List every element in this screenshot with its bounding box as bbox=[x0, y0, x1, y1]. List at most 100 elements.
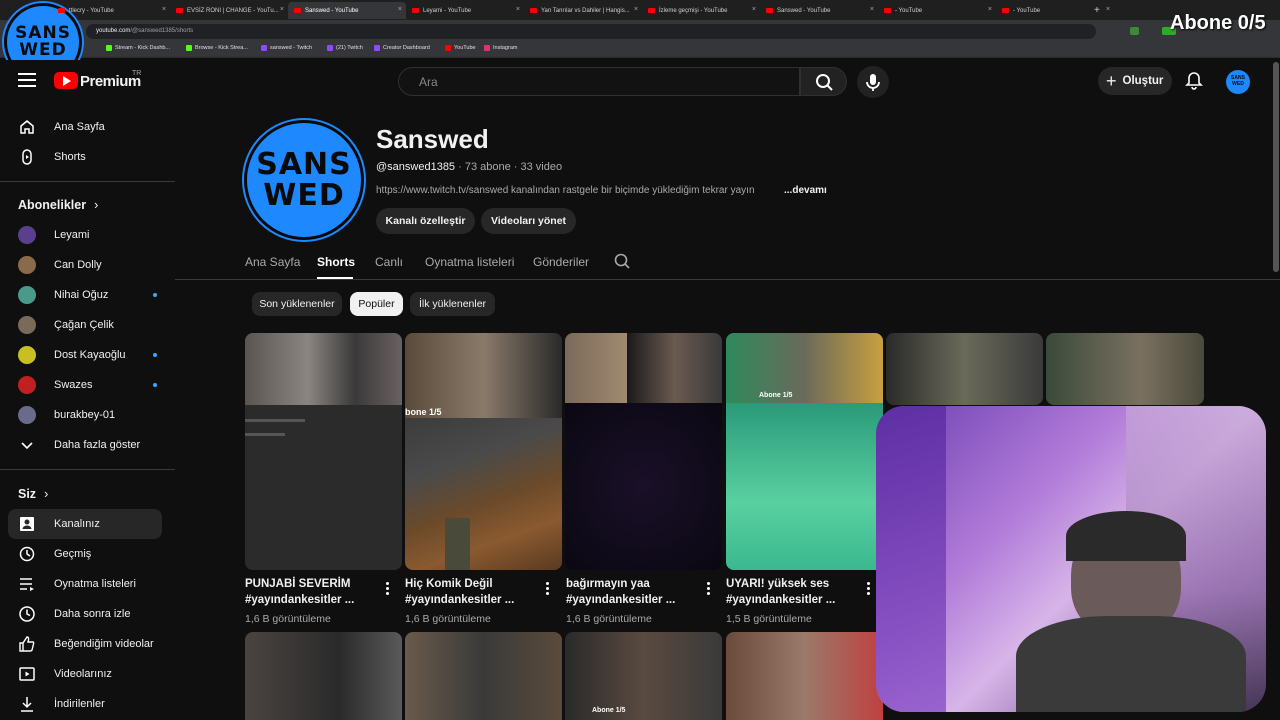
browser-tab[interactable]: - YouTube × bbox=[878, 2, 996, 19]
extension-icon[interactable] bbox=[1130, 27, 1139, 35]
browser-tab[interactable]: Leyami - YouTube × bbox=[406, 2, 524, 19]
close-tab-icon[interactable]: × bbox=[870, 6, 874, 13]
browser-tab[interactable]: Yan Tanrılar vs Dahiler | Hangis... × bbox=[524, 2, 642, 19]
browser-tab[interactable]: ttlecry - YouTube × bbox=[52, 2, 170, 19]
sidebar-subscription[interactable]: Can Dolly bbox=[8, 250, 162, 280]
sidebar-subscription[interactable]: Çağan Çelik bbox=[8, 310, 162, 340]
short-title[interactable]: UYARI! yüksek ses bbox=[726, 576, 861, 592]
microphone-icon bbox=[866, 74, 880, 91]
browser-tab[interactable]: EVSİZ RONI | CHANGE - YouTu... × bbox=[170, 2, 288, 19]
close-tab-icon[interactable]: × bbox=[516, 6, 520, 13]
sidebar-item-your-videos[interactable]: Videolarınız bbox=[8, 659, 162, 689]
sort-chip[interactable]: Popüler bbox=[350, 292, 403, 316]
notifications-bell-icon[interactable] bbox=[1184, 71, 1204, 91]
short-title-hashtag[interactable]: #yayındankesitler ... bbox=[405, 592, 540, 608]
close-tab-icon[interactable]: × bbox=[398, 6, 402, 13]
sidebar-item-history[interactable]: Geçmiş bbox=[8, 539, 162, 569]
short-thumbnail-4[interactable]: Abone 1/5 bbox=[726, 333, 883, 570]
short-thumbnail-6[interactable] bbox=[1046, 333, 1204, 405]
sort-chip[interactable]: İlk yüklenenler bbox=[410, 292, 495, 316]
sidebar-subscription[interactable]: Dost Kayaoğlu bbox=[8, 340, 162, 370]
customize-channel-button[interactable]: Kanalı özelleştir bbox=[376, 208, 475, 234]
close-tab-icon[interactable]: × bbox=[988, 6, 992, 13]
sidebar-item-channel[interactable]: Kanalınız bbox=[8, 509, 162, 539]
voice-search-button[interactable] bbox=[857, 66, 889, 98]
tab-oynatma-listeleri[interactable]: Oynatma listeleri bbox=[425, 255, 514, 269]
tab-canlı[interactable]: Canlı bbox=[375, 255, 403, 269]
plus-icon: + bbox=[1106, 71, 1117, 91]
download-icon bbox=[18, 695, 36, 713]
short-title-hashtag[interactable]: #yayındankesitler ... bbox=[245, 592, 380, 608]
short-title-hashtag[interactable]: #yayındankesitler ... bbox=[566, 592, 701, 608]
sidebar-subscription[interactable]: Swazes bbox=[8, 370, 162, 400]
sidebar-subscription[interactable]: Nihai Oğuz bbox=[8, 280, 162, 310]
sort-chip[interactable]: Son yüklenenler bbox=[252, 292, 342, 316]
search-input[interactable]: Ara bbox=[398, 67, 800, 96]
short-title[interactable]: PUNJABİ SEVERİM bbox=[245, 576, 380, 592]
manage-videos-button[interactable]: Videoları yönet bbox=[481, 208, 576, 234]
bookmark-item[interactable]: sanswed - Twitch bbox=[261, 45, 312, 51]
sidebar-subscription[interactable]: Leyami bbox=[8, 220, 162, 250]
browser-tab[interactable]: Sanswed - YouTube × bbox=[288, 2, 406, 19]
sidebar-item-watch-later[interactable]: Daha sonra izle bbox=[8, 599, 162, 629]
short-thumbnail-3[interactable] bbox=[565, 333, 722, 570]
short-thumbnail-1[interactable] bbox=[245, 333, 402, 570]
close-tab-icon[interactable]: × bbox=[280, 6, 284, 13]
video-count: 33 video bbox=[520, 161, 563, 173]
sidebar-item-download[interactable]: İndirilenler bbox=[8, 689, 162, 719]
tab-gönderiler[interactable]: Gönderiler bbox=[533, 255, 589, 269]
more-options-icon[interactable] bbox=[707, 582, 711, 596]
new-tab-icon[interactable]: + bbox=[1092, 2, 1106, 19]
account-avatar[interactable]: SANS WED bbox=[1226, 70, 1250, 94]
hamburger-menu-icon[interactable] bbox=[18, 73, 36, 87]
bookmark-item[interactable]: Creator Dashboard bbox=[374, 45, 430, 51]
short-thumbnail-2[interactable]: bone 1/5 bbox=[405, 333, 562, 570]
close-tab-icon[interactable]: × bbox=[1106, 6, 1110, 13]
sidebar-item-playlists[interactable]: Oynatma listeleri bbox=[8, 569, 162, 599]
page-scrollbar[interactable] bbox=[1273, 62, 1279, 272]
close-tab-icon[interactable]: × bbox=[634, 6, 638, 13]
short-title[interactable]: Hiç Komik Değil bbox=[405, 576, 540, 592]
subscriptions-heading[interactable]: Abonelikler › bbox=[18, 198, 98, 212]
sidebar-item-home[interactable]: Ana Sayfa bbox=[8, 112, 162, 142]
short-title-hashtag[interactable]: #yayındankesitler ... bbox=[726, 592, 861, 608]
short-thumbnail-5[interactable] bbox=[886, 333, 1043, 405]
bookmark-item[interactable]: Browse - Kick Strea... bbox=[186, 45, 248, 51]
show-more-button[interactable]: Daha fazla göster bbox=[8, 430, 162, 460]
bookmark-item[interactable]: YouTube bbox=[445, 45, 476, 51]
channel-avatar-line2: WED bbox=[263, 178, 345, 213]
short-view-count: 1,5 B görüntüleme bbox=[726, 613, 812, 625]
shorts-icon bbox=[18, 148, 36, 166]
create-button[interactable]: + Oluştur bbox=[1098, 67, 1172, 95]
short-thumbnail-8[interactable] bbox=[405, 632, 562, 720]
url-bar[interactable]: youtube.com/@sanswed1385/shorts bbox=[86, 24, 1096, 39]
short-thumbnail-7[interactable] bbox=[245, 632, 402, 720]
channel-search-icon[interactable] bbox=[613, 252, 631, 270]
short-title[interactable]: bağırmayın yaa bbox=[566, 576, 701, 592]
close-tab-icon[interactable]: × bbox=[752, 6, 756, 13]
sidebar-item-shorts[interactable]: Shorts bbox=[8, 142, 162, 172]
bookmark-label: Browse - Kick Strea... bbox=[195, 45, 248, 51]
you-heading[interactable]: Siz › bbox=[18, 487, 48, 501]
more-options-icon[interactable] bbox=[867, 582, 871, 596]
description-more-link[interactable]: ...devamı bbox=[784, 185, 827, 196]
tab-shorts[interactable]: Shorts bbox=[317, 255, 355, 269]
bookmark-item[interactable]: (21) Twitch bbox=[327, 45, 363, 51]
close-tab-icon[interactable]: × bbox=[162, 6, 166, 13]
youtube-logo-icon[interactable] bbox=[54, 72, 78, 89]
sidebar-subscription[interactable]: burakbey-01 bbox=[8, 400, 162, 430]
bookmark-item[interactable]: Instagram bbox=[484, 45, 517, 51]
more-options-icon[interactable] bbox=[386, 582, 390, 596]
search-button[interactable] bbox=[800, 67, 847, 96]
browser-tab-label: Yan Tanrılar vs Dahiler | Hangis... bbox=[541, 7, 630, 14]
sidebar-item-like[interactable]: Beğendiğim videolar bbox=[8, 629, 162, 659]
short-thumbnail-10[interactable] bbox=[726, 632, 883, 720]
channel-avatar[interactable]: SANS WED bbox=[244, 120, 364, 240]
more-options-icon[interactable] bbox=[546, 582, 550, 596]
browser-tab[interactable]: İzleme geçmişi - YouTube × bbox=[642, 2, 760, 19]
browser-tab[interactable]: Sanswed - YouTube × bbox=[760, 2, 878, 19]
bookmark-item[interactable]: Stream - Kick Dashb... bbox=[106, 45, 170, 51]
tab-ana-sayfa[interactable]: Ana Sayfa bbox=[245, 255, 300, 269]
short-thumbnail-9[interactable]: Abone 1/5 bbox=[565, 632, 722, 720]
channel-description[interactable]: https://www.twitch.tv/sanswed kanalından… bbox=[376, 185, 755, 196]
